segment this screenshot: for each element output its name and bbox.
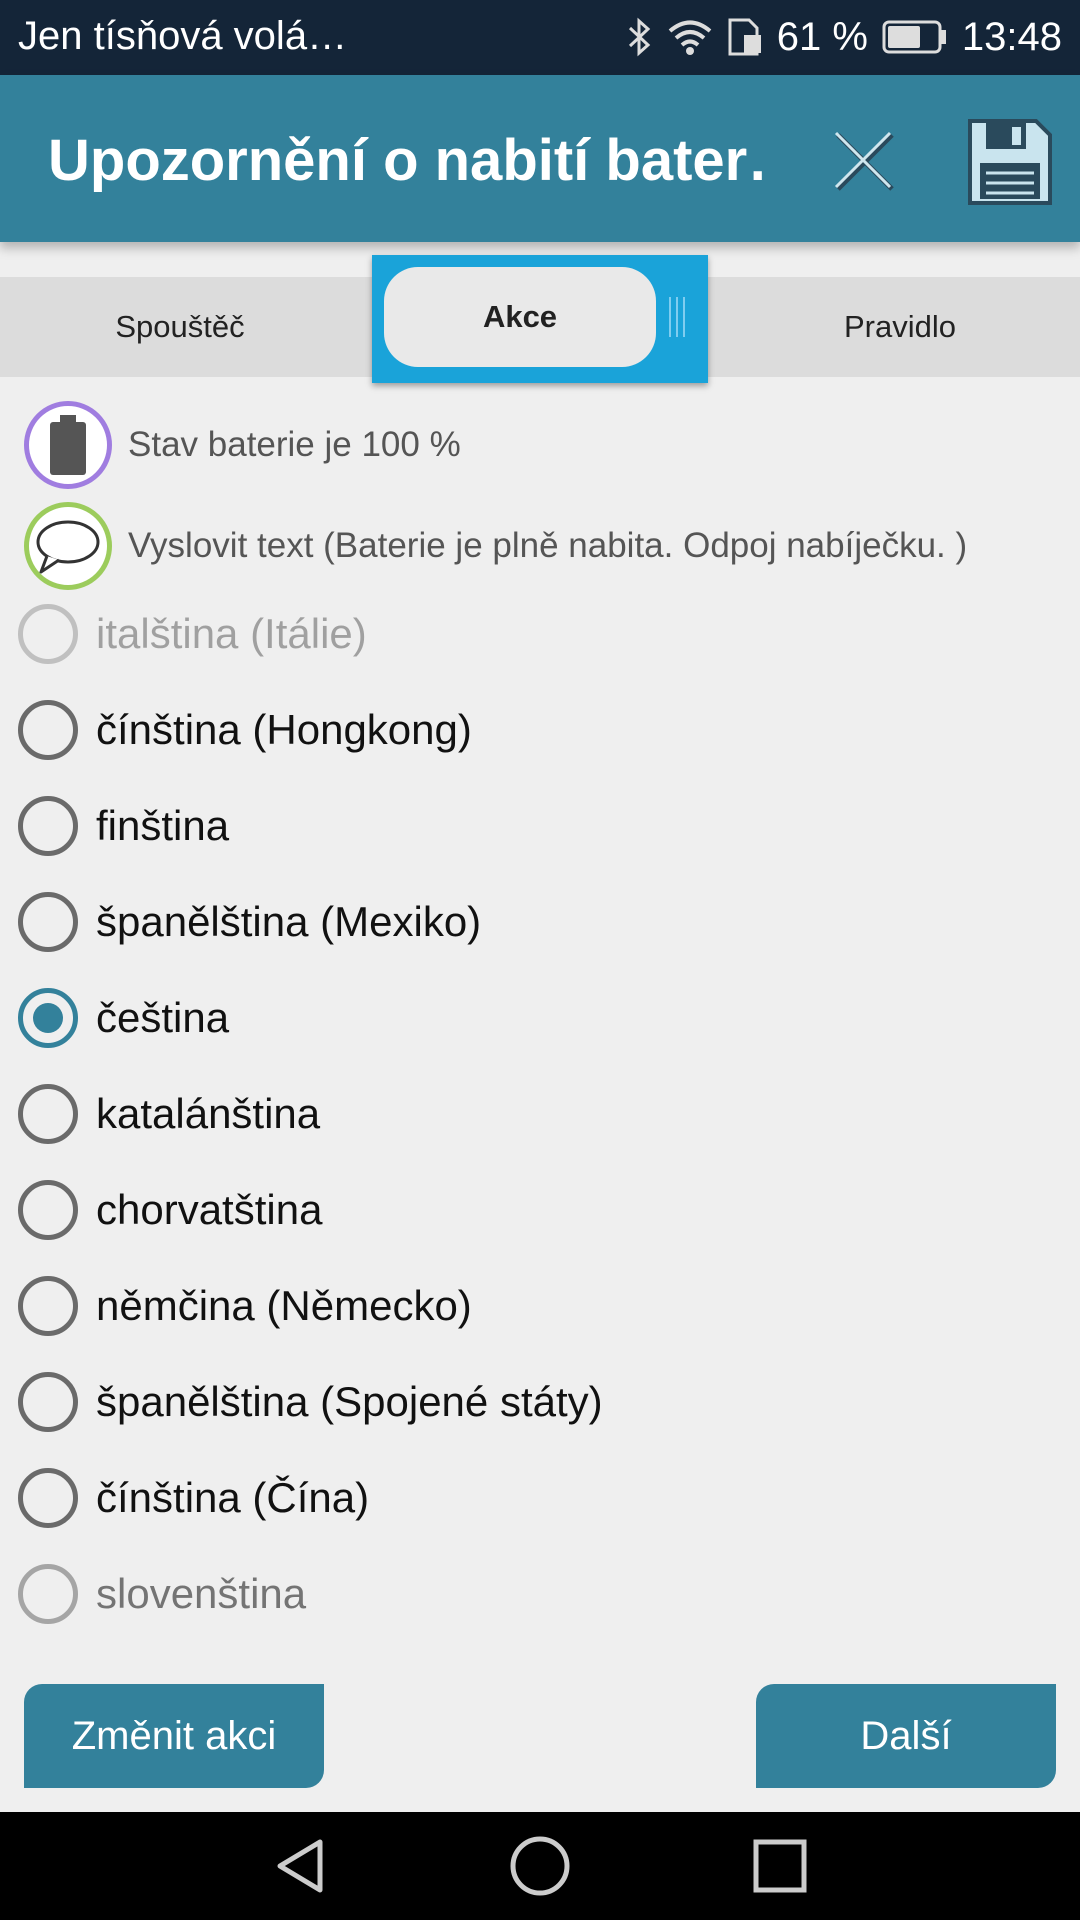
language-label: slovenština [96, 1570, 307, 1617]
language-label: čínština (Hongkong) [96, 706, 472, 753]
save-icon [968, 119, 1052, 205]
battery-percent: 61 % [776, 14, 868, 59]
language-option[interactable]: němčina (Německo) [18, 1266, 472, 1346]
action-item-speak[interactable]: Vyslovit text (Baterie je plně nabita. O… [24, 500, 1064, 592]
close-button[interactable] [820, 117, 910, 207]
language-option-selected[interactable]: čeština [18, 978, 229, 1058]
drag-handle-icon[interactable] [669, 297, 693, 337]
status-icons: 61 % 13:48 [627, 12, 1062, 62]
change-action-button[interactable]: Změnit akci [24, 1684, 324, 1788]
wifi-icon [667, 18, 713, 56]
language-option[interactable]: katalánština [18, 1074, 320, 1154]
speech-bubble-icon [24, 502, 112, 590]
language-label: chorvatština [96, 1186, 323, 1233]
home-icon[interactable] [508, 1834, 572, 1898]
next-button[interactable]: Další [756, 1684, 1056, 1788]
language-label: španělština (Spojené státy) [96, 1378, 603, 1425]
radio-button[interactable] [18, 892, 78, 952]
action-text: Vyslovit text (Baterie je plně nabita. O… [128, 526, 968, 565]
language-label: němčina (Německo) [96, 1282, 472, 1329]
close-icon [834, 131, 894, 191]
tab-trigger[interactable]: Spouštěč [0, 277, 360, 377]
action-item-battery[interactable]: Stav baterie je 100 % [24, 399, 1064, 491]
radio-button[interactable] [18, 796, 78, 856]
tab-action-highlight: Akce [372, 255, 708, 383]
language-label: španělština (Mexiko) [96, 898, 482, 945]
radio-button[interactable] [18, 1180, 78, 1240]
action-text: Stav baterie je 100 % [128, 425, 461, 464]
language-label: čínština (Čína) [96, 1474, 370, 1521]
language-label: italština (Itálie) [96, 610, 367, 657]
navigation-bar [0, 1812, 1080, 1920]
language-option[interactable]: italština (Itálie) [18, 594, 367, 674]
radio-button[interactable] [18, 604, 78, 664]
status-bar: Jen tísňová volá… 61 % 13:48 [0, 0, 1080, 75]
language-option[interactable]: čínština (Čína) [18, 1458, 369, 1538]
language-option[interactable]: španělština (Spojené státy) [18, 1362, 603, 1442]
language-label: čeština [96, 994, 230, 1041]
save-button[interactable] [960, 113, 1056, 209]
language-option[interactable]: finština [18, 786, 229, 866]
battery-icon [882, 20, 948, 54]
language-label: finština [96, 802, 230, 849]
tab-rule[interactable]: Pravidlo [720, 277, 1080, 377]
page-title: Upozornění o nabití bater… [48, 128, 768, 193]
carrier-text: Jen tísňová volá… [18, 14, 348, 58]
radio-button[interactable] [18, 1468, 78, 1528]
language-option[interactable]: slovenština [18, 1554, 306, 1634]
sim-icon [727, 17, 763, 57]
radio-button[interactable] [18, 1084, 78, 1144]
back-icon[interactable] [268, 1834, 332, 1898]
radio-button[interactable] [18, 700, 78, 760]
radio-button[interactable] [18, 1276, 78, 1336]
language-option[interactable]: čínština (Hongkong) [18, 690, 472, 770]
recents-icon[interactable] [748, 1834, 812, 1898]
battery-icon [24, 401, 112, 489]
clock: 13:48 [961, 14, 1062, 59]
app-bar: Upozornění o nabití bater… [0, 75, 1080, 242]
radio-button[interactable] [18, 1564, 78, 1624]
language-label: katalánština [96, 1090, 321, 1137]
radio-button[interactable] [18, 1372, 78, 1432]
bluetooth-icon [627, 17, 653, 57]
tab-action[interactable]: Akce [384, 267, 656, 367]
language-option[interactable]: španělština (Mexiko) [18, 882, 481, 962]
language-option[interactable]: chorvatština [18, 1170, 322, 1250]
radio-button-checked[interactable] [18, 988, 78, 1048]
